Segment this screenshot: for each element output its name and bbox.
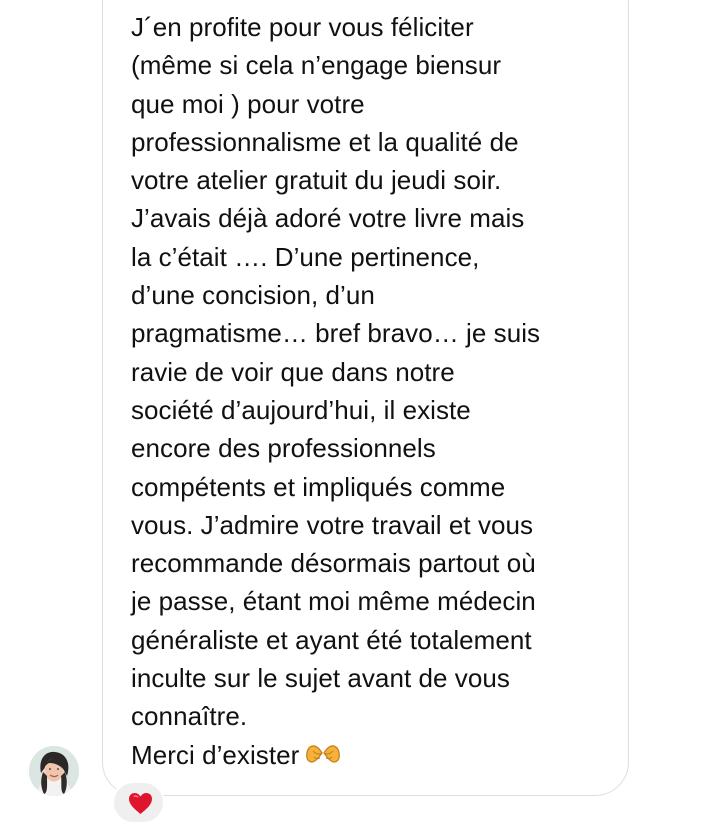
message-line-17: généraliste et ayant été totalement <box>131 624 532 655</box>
message-line-13: compétents et impliqués comme <box>131 471 506 502</box>
message-line-9: pragmatisme… bref bravo… je suis <box>131 318 541 349</box>
reaction-pill[interactable] <box>112 781 165 824</box>
sender-avatar[interactable] <box>29 746 79 796</box>
message-line-1: J´en profite pour vous féliciter <box>131 12 474 42</box>
message-line-12: encore des professionnels <box>131 433 436 464</box>
message-line-3: que moi ) pour votre <box>131 88 365 119</box>
message-closing-text: Merci d’exister <box>131 739 300 770</box>
message-line-19: connaître. <box>131 701 248 732</box>
message-line-8: d’une concision, d’un <box>131 280 375 311</box>
message-line-18: inculte sur le sujet avant de vous <box>131 663 510 694</box>
message-line-11: société d’aujourd’hui, il existe <box>131 394 471 425</box>
message-line-16: je passe, étant moi même médecin <box>131 586 536 617</box>
message-line-5: votre atelier gratuit du jeudi soir. <box>131 165 502 196</box>
red-heart-icon <box>128 792 153 815</box>
message-line-10: ravie de voir que dans notre <box>131 356 455 387</box>
message-line-7: la c’était …. D’une pertinence, <box>131 241 480 272</box>
message-text: J´en profite pour vous féliciter (même s… <box>131 8 611 774</box>
message-line-6: J’avais déjà adoré votre livre mais <box>131 203 525 234</box>
message-line-20: Merci d’exister <box>131 736 611 774</box>
message-line-2: (même si cela n’engage biensur <box>131 50 502 81</box>
message-line-4: professionnalisme et la qualité de <box>131 126 519 157</box>
message-line-14: vous. J’admire votre travail et vous <box>131 509 534 540</box>
message-line-15: recommande désormais partout où <box>131 548 536 579</box>
heart-hands-emoji-icon <box>305 740 341 766</box>
